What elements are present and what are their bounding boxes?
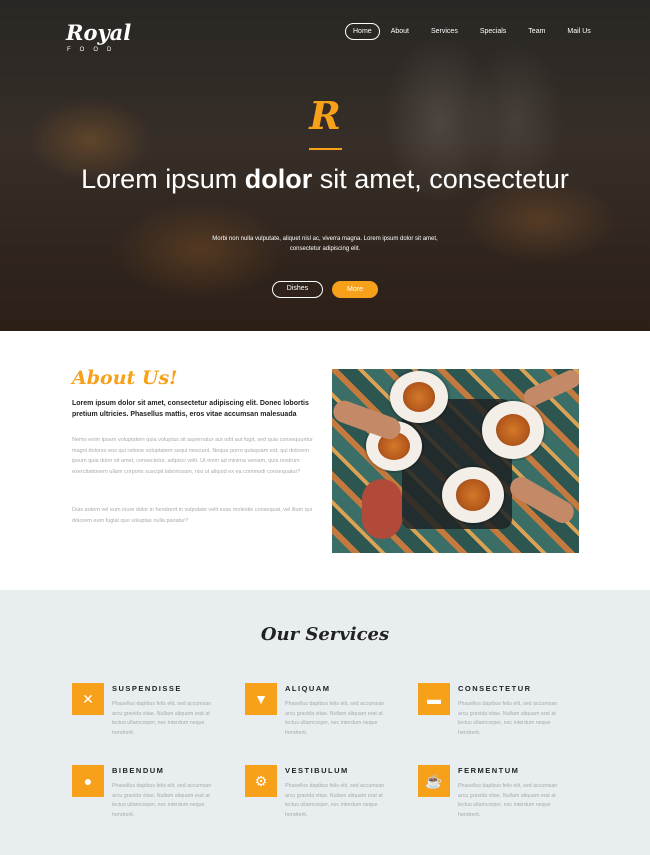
about-title: About Us! [72, 367, 178, 389]
service-title: VESTIBULUM [285, 766, 349, 775]
service-title: ALIQUAM [285, 684, 331, 693]
main-nav: Home About Services Specials Team Mail U… [345, 22, 591, 41]
services-section: Our Services ✕ SUSPENDISSE Phasellus dap… [0, 590, 650, 855]
user-icon: ● [72, 765, 104, 797]
gear-icon: ⚙ [245, 765, 277, 797]
hero-section: Royal FOOD Home About Services Specials … [0, 0, 650, 331]
service-text: Phasellus dapibus felis elit, sed accums… [458, 701, 558, 736]
cutlery-icon: ✕ [72, 683, 104, 715]
service-text: Phasellus dapibus felis elit, sed accums… [285, 783, 385, 818]
service-title: CONSECTETUR [458, 684, 532, 693]
hero-divider [309, 148, 342, 150]
coffee-icon: ☕ [418, 765, 450, 797]
about-paragraph-1: Nemo enim ipsam voluptatem quia voluptas… [72, 437, 313, 475]
photo-plate-4 [442, 467, 504, 523]
photo-arm-4 [506, 472, 578, 528]
photo-plate-1 [390, 371, 448, 423]
service-title: SUSPENDISSE [112, 684, 182, 693]
nav-item-services[interactable]: Services [431, 28, 458, 35]
nav-item-about[interactable]: About [391, 28, 409, 35]
service-title: BIBENDUM [112, 766, 165, 775]
hero-title-bold: dolor [244, 164, 313, 194]
photo-arm-3 [362, 479, 402, 539]
nav-item-specials[interactable]: Specials [480, 28, 506, 35]
dishes-button[interactable]: Dishes [272, 281, 323, 298]
photo-arm-2 [521, 369, 579, 409]
more-button[interactable]: More [332, 281, 378, 298]
truck-icon: ▬ [418, 683, 450, 715]
service-text: Phasellus dapibus felis elit, sed accums… [458, 783, 558, 818]
hero-logo-mark: R [309, 93, 341, 138]
hero-subtitle: Morbi non nulla vulputate, aliquet nisl … [212, 236, 438, 252]
about-paragraph-2: Duis autem vel eum iriure dolor in hendr… [72, 507, 312, 524]
nav-item-mail-us[interactable]: Mail Us [567, 28, 590, 35]
nav-item-home[interactable]: Home [345, 23, 380, 40]
services-title: Our Services [260, 624, 390, 645]
service-title: FERMENTUM [458, 766, 520, 775]
service-text: Phasellus dapibus felis elit, sed accums… [285, 701, 385, 736]
hero-title-end: sit amet, consectetur [312, 164, 569, 194]
brand-name: Royal [66, 20, 132, 45]
about-photo [332, 369, 579, 553]
photo-plate-2 [482, 401, 544, 459]
about-lead: Lorem ipsum dolor sit amet, consectetur … [72, 400, 309, 418]
service-text: Phasellus dapibus felis elit, sed accums… [112, 701, 212, 736]
brand-tagline: FOOD [67, 47, 121, 53]
hero-title-start: Lorem ipsum [81, 164, 245, 194]
cocktail-icon: ▼ [245, 683, 277, 715]
brand-logo[interactable]: Royal FOOD [66, 20, 132, 54]
hero-title: Lorem ipsum dolor sit amet, consectetur [0, 163, 650, 195]
nav-item-team[interactable]: Team [528, 28, 545, 35]
service-text: Phasellus dapibus felis elit, sed accums… [112, 783, 212, 818]
